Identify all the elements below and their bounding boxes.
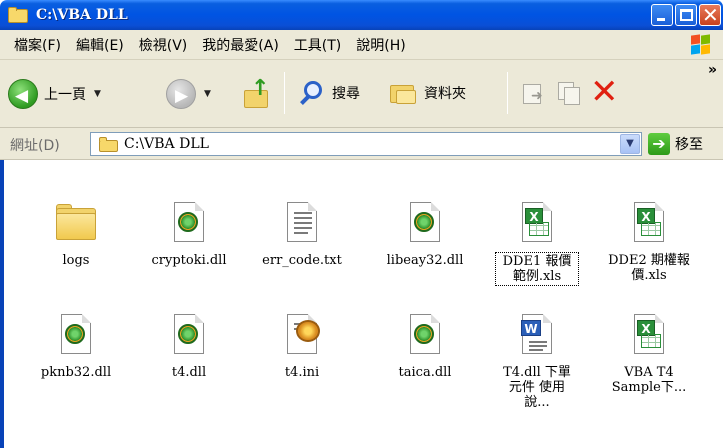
address-value: C:\VBA DLL <box>124 136 209 152</box>
forward-button[interactable]: ▶ ▼ <box>166 79 211 109</box>
folders-label: 資料夾 <box>424 86 466 102</box>
move-to-button[interactable]: ➜ <box>521 80 547 106</box>
file-name: DDE2 期權報價.xls <box>608 253 690 283</box>
list-item[interactable]: X DDE2 期權報價.xls <box>594 200 704 284</box>
chevron-down-icon[interactable]: ▼ <box>94 89 101 99</box>
delete-button[interactable]: ✕ <box>590 74 619 110</box>
chevron-down-icon[interactable]: ▼ <box>204 89 211 99</box>
address-dropdown-button[interactable]: ▼ <box>620 134 640 154</box>
menu-tools[interactable]: 工具(T) <box>287 35 349 55</box>
go-label: 移至 <box>675 137 703 153</box>
address-bar: 網址(D) C:\VBA DLL ▼ ➔ 移至 <box>0 128 723 160</box>
search-label: 搜尋 <box>332 86 360 102</box>
menu-view[interactable]: 檢視(V) <box>132 35 196 55</box>
folder-icon <box>8 7 30 23</box>
list-item[interactable]: t4.dll <box>134 312 244 381</box>
list-item[interactable]: taica.dll <box>370 312 480 381</box>
back-arrow-icon: ◀ <box>8 79 38 109</box>
menu-favorites[interactable]: 我的最愛(A) <box>195 35 287 55</box>
go-arrow-icon: ➔ <box>648 133 670 155</box>
folder-icon <box>52 200 100 248</box>
forward-arrow-icon: ▶ <box>166 79 196 109</box>
file-list: logs cryptoki.dll err_code.txt libeay32.… <box>0 160 723 448</box>
ini-file-icon <box>278 312 326 360</box>
file-name: taica.dll <box>398 365 452 380</box>
up-folder-button[interactable]: ↑ <box>242 76 272 110</box>
search-button[interactable]: 搜尋 <box>298 79 360 107</box>
toolbar-overflow-button[interactable]: » <box>708 62 717 78</box>
up-folder-icon: ↑ <box>242 76 272 110</box>
dll-file-icon <box>165 200 213 248</box>
excel-file-icon: X <box>513 200 561 248</box>
list-item[interactable]: pknb32.dll <box>21 312 131 381</box>
windows-logo-icon <box>691 34 711 55</box>
menu-bar: 檔案(F) 編輯(E) 檢視(V) 我的最愛(A) 工具(T) 說明(H) <box>0 30 723 60</box>
list-item[interactable]: logs <box>21 200 131 269</box>
maximize-button[interactable] <box>675 4 697 26</box>
address-label: 網址(D) <box>10 138 60 154</box>
dll-file-icon <box>401 200 449 248</box>
file-name: T4.dll 下單元件 使用說... <box>503 365 571 410</box>
list-item[interactable]: libeay32.dll <box>370 200 480 269</box>
back-button[interactable]: ◀ 上一頁 ▼ <box>8 79 101 109</box>
file-name: libeay32.dll <box>386 253 464 268</box>
menu-file[interactable]: 檔案(F) <box>0 35 69 55</box>
list-item[interactable]: err_code.txt <box>247 200 357 269</box>
search-icon <box>298 79 326 107</box>
dll-file-icon <box>52 312 100 360</box>
folder-icon <box>99 136 119 152</box>
title-bar: C:\VBA DLL ✕ <box>0 0 723 30</box>
back-label: 上一頁 <box>44 87 86 103</box>
file-name: logs <box>62 253 90 268</box>
list-item[interactable]: cryptoki.dll <box>134 200 244 269</box>
move-to-icon: ➜ <box>521 80 547 106</box>
menu-edit[interactable]: 編輯(E) <box>69 35 132 55</box>
text-file-icon <box>278 200 326 248</box>
minimize-button[interactable] <box>651 4 673 26</box>
word-file-icon: W <box>513 312 561 360</box>
file-name: VBA T4 Sample下... <box>611 365 687 395</box>
file-name: t4.ini <box>284 365 320 380</box>
copy-to-button[interactable] <box>556 80 582 106</box>
file-name: pknb32.dll <box>40 365 112 380</box>
menu-help[interactable]: 說明(H) <box>349 35 413 55</box>
list-item[interactable]: X DDE1 報價範例.xls <box>482 200 592 286</box>
window-title: C:\VBA DLL <box>36 7 128 23</box>
copy-to-icon <box>556 80 582 106</box>
list-item[interactable]: t4.ini <box>247 312 357 381</box>
address-input[interactable]: C:\VBA DLL ▼ <box>90 132 642 156</box>
delete-icon: ✕ <box>590 72 619 112</box>
excel-file-icon: X <box>625 200 673 248</box>
list-item[interactable]: W T4.dll 下單元件 使用說... <box>482 312 592 411</box>
folders-icon <box>388 79 418 107</box>
list-item[interactable]: X VBA T4 Sample下... <box>594 312 704 396</box>
dll-file-icon <box>165 312 213 360</box>
file-name: t4.dll <box>171 365 207 380</box>
file-name: cryptoki.dll <box>151 253 227 268</box>
toolbar: ◀ 上一頁 ▼ ▶ ▼ ↑ 搜尋 資料夾 ➜ ✕ » <box>0 60 723 128</box>
close-button[interactable]: ✕ <box>699 3 721 27</box>
folders-button[interactable]: 資料夾 <box>388 79 466 107</box>
file-name: DDE1 報價範例.xls <box>495 252 579 286</box>
excel-file-icon: X <box>625 312 673 360</box>
dll-file-icon <box>401 312 449 360</box>
file-name: err_code.txt <box>262 253 342 268</box>
go-button[interactable]: ➔ 移至 <box>648 133 703 155</box>
